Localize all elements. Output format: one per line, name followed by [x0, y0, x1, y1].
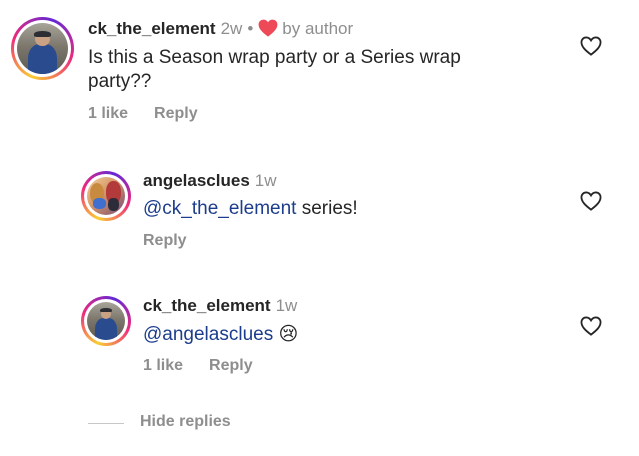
avatar[interactable]	[81, 171, 131, 221]
heart-icon	[258, 19, 278, 37]
comment-username[interactable]: ck_the_element	[88, 19, 216, 38]
comment-time: 1w	[254, 171, 277, 190]
crying-face-emoji: 😢	[278, 323, 299, 345]
heart-outline-icon[interactable]	[580, 316, 602, 336]
mention-link[interactable]: @angelasclues	[143, 324, 273, 345]
hide-replies-button[interactable]: Hide replies	[140, 413, 231, 431]
comment-username[interactable]: ck_the_element	[143, 296, 271, 315]
profile-photo	[17, 23, 68, 74]
reply-button[interactable]: Reply	[143, 232, 187, 249]
heart-outline-icon[interactable]	[580, 36, 602, 56]
separator-dot: •	[247, 19, 254, 38]
reply-button[interactable]: Reply	[154, 105, 198, 122]
comment-text: series!	[296, 198, 358, 219]
likes-count[interactable]: 1 like	[88, 105, 128, 122]
comment-text: Is this a Season wrap party or a Series …	[88, 47, 461, 92]
comment-time: 1w	[275, 296, 298, 315]
reply-item: angelasclues 1w @ck_the_element series! R…	[0, 160, 639, 270]
reply-button[interactable]: Reply	[209, 357, 253, 374]
profile-photo	[87, 177, 125, 215]
comment-item: ck_the_element 2w • by author Is this a Sea…	[0, 0, 639, 140]
heart-outline-icon[interactable]	[580, 191, 602, 211]
hide-replies-divider	[88, 423, 124, 424]
avatar[interactable]	[81, 296, 131, 346]
author-badge: by author	[282, 19, 354, 38]
likes-count[interactable]: 1 like	[143, 357, 183, 374]
reply-item: ck_the_element 1w @angelasclues 😢 1 like R…	[0, 285, 639, 395]
comment-username[interactable]: angelasclues	[143, 171, 250, 190]
comment-time: 2w	[220, 19, 243, 38]
mention-link[interactable]: @ck_the_element	[143, 198, 296, 219]
avatar[interactable]	[11, 17, 74, 80]
profile-photo	[87, 302, 125, 340]
